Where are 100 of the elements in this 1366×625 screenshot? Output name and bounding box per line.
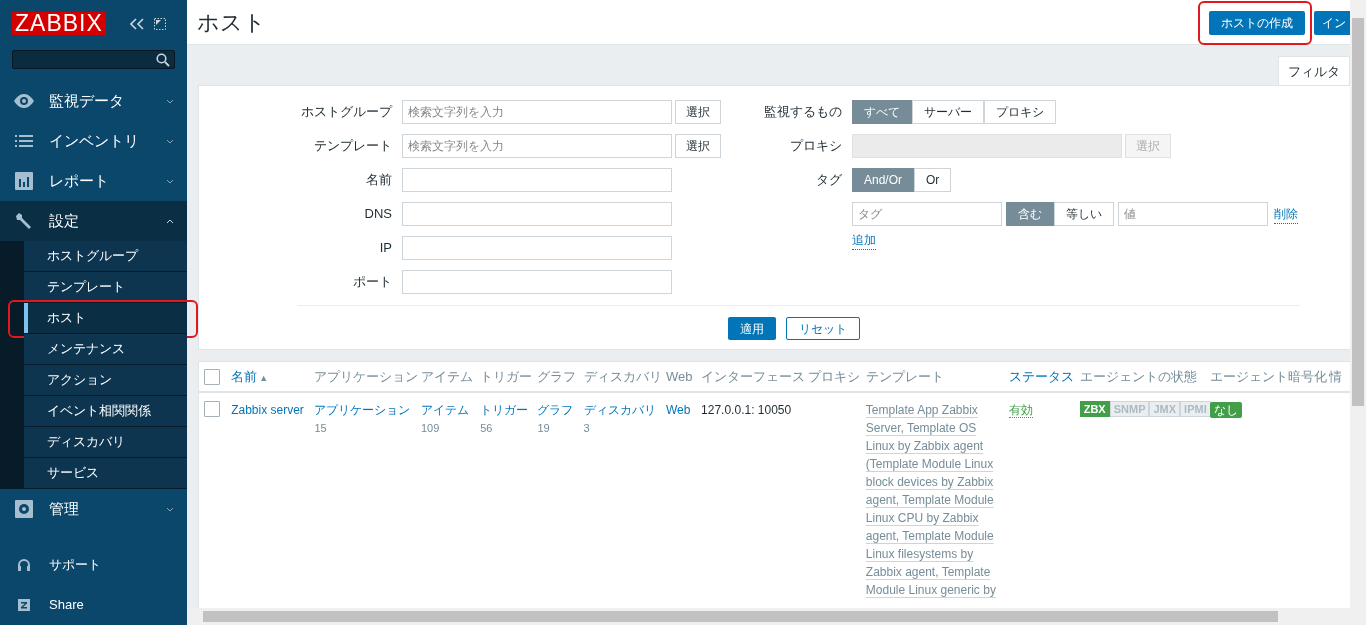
eye-icon: [13, 94, 35, 108]
field-label: 監視するもの: [763, 103, 843, 122]
status-badge: IPMI: [1180, 401, 1211, 417]
column-header: グラフ: [537, 368, 577, 384]
column-header: エージェント暗号化: [1210, 368, 1328, 384]
remove-link[interactable]: 削除: [1274, 204, 1298, 224]
column-header: エージェントの状態: [1079, 368, 1197, 384]
input-field[interactable]: [402, 168, 672, 192]
z-icon: [17, 599, 31, 611]
submenu-item[interactable]: イベント相関関係: [24, 396, 187, 427]
status-badge: SNMP: [1109, 401, 1150, 417]
column-header: インターフェース: [701, 368, 806, 384]
chart-icon: [13, 172, 35, 190]
logo: ZABBIX: [12, 12, 106, 35]
footer-link[interactable]: サポート: [0, 545, 187, 585]
sort-arrow-icon: ▲: [259, 372, 269, 383]
status-badge: ZBX: [1079, 401, 1110, 417]
horizontal-scrollbar[interactable]: [187, 608, 1350, 625]
menu-item[interactable]: 監視データ: [0, 81, 187, 121]
submenu-item[interactable]: アクション: [24, 365, 187, 396]
field-label: DNS: [363, 205, 393, 224]
checkbox[interactable]: [204, 369, 220, 386]
headset-icon: [17, 558, 31, 572]
segment-button[interactable]: サーバー: [912, 100, 984, 124]
page-title: ホスト: [197, 8, 267, 37]
select-button[interactable]: 選択: [675, 100, 721, 124]
field-label: タグ: [815, 171, 843, 190]
create-button[interactable]: イン: [1314, 10, 1350, 35]
column-header: ディスカバリ: [583, 368, 662, 384]
column-header[interactable]: ステータス: [1009, 368, 1075, 384]
chevron-down-icon: [166, 138, 174, 144]
field-label: ポート: [352, 273, 393, 292]
column-header: テンプレート: [865, 368, 944, 384]
reset-button[interactable]: リセット: [785, 317, 860, 340]
submenu-item[interactable]: テンプレート: [24, 272, 187, 303]
table-link[interactable]: アプリケーション: [314, 403, 411, 417]
checkbox[interactable]: [204, 400, 220, 417]
select-button[interactable]: 選択: [675, 134, 721, 158]
field-label: プロキシ: [789, 137, 843, 156]
chevron-down-icon: [166, 178, 174, 184]
chevron-down-icon: [166, 98, 174, 104]
encryption-badge: なし: [1210, 402, 1243, 418]
expand-icon[interactable]: [153, 17, 166, 30]
table-link[interactable]: アイテム: [420, 403, 469, 417]
count-label: 15: [314, 422, 327, 434]
column-header: Web: [665, 368, 693, 384]
chevron-up-icon: [166, 218, 174, 224]
gear-icon: [13, 500, 35, 518]
column-header[interactable]: 名前: [231, 368, 258, 384]
vertical-scrollbar[interactable]: [1350, 0, 1366, 625]
segment-button[interactable]: プロキシ: [984, 100, 1056, 124]
search-icon: [156, 52, 170, 67]
search-field[interactable]: [12, 50, 175, 69]
column-header: プロキシ: [807, 368, 860, 384]
input-field[interactable]: 検索文字列を入力: [402, 134, 672, 158]
input-field[interactable]: [402, 270, 672, 294]
template-links[interactable]: Template App Zabbix Server, Template OS Linux by Zabbix agent (Template Module Linux block devices by Zabbix agent, Template Module Linux CPU by Zabbix agent, Template Module Linux filesystems by Zabbix agent, Template Module Linux generic by: [865, 401, 1006, 599]
count-label: 19: [537, 422, 550, 434]
input-field[interactable]: タグ: [852, 202, 1002, 226]
count-label: 109: [420, 422, 440, 434]
field-label: 名前: [365, 171, 393, 190]
filter-tab[interactable]: フィルタ: [1278, 56, 1350, 85]
count-label: 56: [480, 422, 493, 434]
host-link[interactable]: Zabbix server: [231, 403, 304, 417]
count-label: 3: [583, 422, 590, 434]
field-label: ホストグループ: [300, 103, 394, 122]
input-field[interactable]: [402, 236, 672, 260]
submenu-item[interactable]: ホスト: [24, 303, 187, 334]
menu-item[interactable]: レポート: [0, 161, 187, 201]
input-field[interactable]: 検索文字列を入力: [402, 100, 672, 124]
list-icon: [13, 135, 35, 147]
table-link[interactable]: Web: [665, 403, 691, 417]
submenu-item[interactable]: ディスカバリ: [24, 427, 187, 458]
create-button[interactable]: ホストの作成: [1209, 10, 1305, 35]
segment-button[interactable]: 等しい: [1054, 202, 1114, 226]
table-link[interactable]: グラフ: [537, 403, 574, 417]
column-header: アイテム: [420, 368, 473, 384]
submenu-item[interactable]: サービス: [24, 458, 187, 489]
menu-item[interactable]: 設定: [0, 201, 187, 241]
footer-link[interactable]: Share: [0, 585, 187, 625]
table-link[interactable]: トリガー: [480, 403, 529, 417]
column-header: 情: [1328, 368, 1342, 384]
submenu-item[interactable]: メンテナンス: [24, 334, 187, 365]
table-link[interactable]: ディスカバリ: [583, 403, 656, 417]
status-badge: JMX: [1149, 401, 1181, 417]
chevron-down-icon: [166, 506, 174, 512]
add-link[interactable]: 追加: [852, 230, 876, 250]
menu-item[interactable]: 管理: [0, 489, 187, 529]
field-label: テンプレート: [313, 137, 393, 156]
submenu-item[interactable]: ホストグループ: [24, 241, 187, 272]
input-field[interactable]: [402, 202, 672, 226]
table-cell: 127.0.0.1: 10050: [701, 403, 792, 417]
apply-button[interactable]: 適用: [727, 317, 776, 340]
status-link[interactable]: 有効: [1009, 403, 1034, 418]
segment-button[interactable]: Or: [914, 168, 952, 192]
column-header: アプリケーション: [314, 368, 419, 384]
collapse-icon[interactable]: [129, 17, 144, 30]
input-field[interactable]: 値: [1118, 202, 1268, 226]
column-header: トリガー: [480, 368, 533, 384]
menu-item[interactable]: インベントリ: [0, 121, 187, 161]
